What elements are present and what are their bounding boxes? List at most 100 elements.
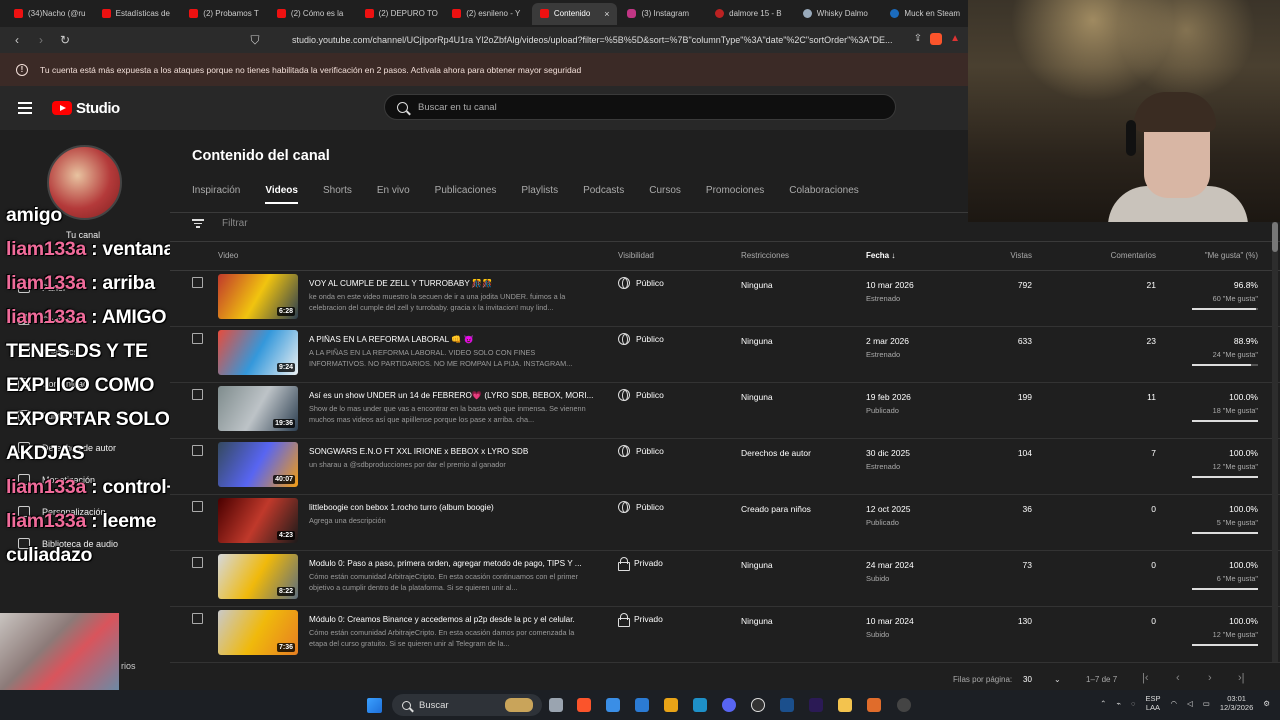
video-title[interactable]: Modulo 0: Paso a paso, primera orden, ag…	[309, 559, 594, 568]
browser-tab[interactable]: dalmore 15 - B	[707, 3, 793, 25]
video-thumbnail[interactable]: 40:07	[218, 442, 298, 487]
filter-input[interactable]	[222, 218, 422, 229]
content-tab[interactable]: En vivo	[377, 185, 410, 204]
search-icon[interactable]	[397, 101, 408, 113]
clock[interactable]: 03:01 12/3/2026	[1220, 694, 1253, 712]
forward-icon[interactable]: ›	[34, 33, 48, 47]
row-checkbox[interactable]	[192, 445, 203, 456]
col-restrictions[interactable]: Restricciones	[741, 251, 789, 260]
premiere-icon[interactable]	[809, 698, 823, 712]
channel-search[interactable]	[384, 94, 896, 120]
visibility-cell[interactable]: Público	[618, 501, 664, 513]
table-row[interactable]: 8:22 Modulo 0: Paso a paso, primera orden…	[170, 551, 1280, 607]
table-row[interactable]: 4:23 littleboogie con bebox 1.rocho turro…	[170, 495, 1280, 551]
browser-tab[interactable]: (2) DEPURO TO	[357, 3, 443, 25]
table-row[interactable]: 19:36 Así es un show UNDER un 14 de FEBRE…	[170, 383, 1280, 439]
app-icon[interactable]	[693, 698, 707, 712]
discord-icon[interactable]	[722, 698, 736, 712]
browser-tab[interactable]: Muck en Steam	[882, 3, 968, 25]
col-visibility[interactable]: Visibilidad	[618, 251, 654, 260]
volume-icon[interactable]: ◁	[1187, 699, 1193, 708]
wifi-icon[interactable]: ◠	[1170, 699, 1177, 708]
rows-dropdown-icon[interactable]: ⌄	[1054, 675, 1061, 684]
browser-tab[interactable]: Estadísticas de	[94, 3, 180, 25]
back-icon[interactable]: ‹	[10, 33, 24, 47]
col-likes[interactable]: "Me gusta" (%)	[1205, 251, 1258, 260]
row-checkbox[interactable]	[192, 501, 203, 512]
content-tab[interactable]: Publicaciones	[435, 185, 497, 204]
rows-per-page-value[interactable]: 30	[1023, 675, 1032, 684]
scrollbar[interactable]	[1272, 222, 1278, 662]
browser-tab[interactable]: Whisky Dalmo	[795, 3, 881, 25]
filter-bar[interactable]	[192, 218, 422, 229]
notification-icon[interactable]: ⚙	[1263, 699, 1270, 708]
col-video[interactable]: Video	[218, 251, 238, 260]
table-row[interactable]: 6:28 VOY AL CUMPLE DE ZELL Y TURROBABY 🎊🎊…	[170, 271, 1280, 327]
table-row[interactable]: 7:36 Módulo 0: Creamos Binance y accedemo…	[170, 607, 1280, 663]
row-checkbox[interactable]	[192, 557, 203, 568]
col-date[interactable]: Fecha ↓	[866, 251, 895, 260]
visibility-cell[interactable]: Público	[618, 333, 664, 345]
browser-tab[interactable]: (34)Nacho (@ru	[6, 3, 92, 25]
windows-start-icon[interactable]	[367, 698, 382, 713]
hamburger-menu-icon[interactable]	[18, 102, 32, 114]
search-input[interactable]	[418, 101, 818, 113]
visibility-cell[interactable]: Privado	[618, 613, 663, 627]
video-thumbnail[interactable]: 8:22	[218, 554, 298, 599]
brave-shield-icon[interactable]	[930, 32, 943, 48]
row-checkbox[interactable]	[192, 613, 203, 624]
brave-rewards-icon[interactable]: ▲	[950, 33, 960, 48]
table-row[interactable]: 40:07 SONGWARS E.N.O FT XXL IRIONE x BEBO…	[170, 439, 1280, 495]
filter-icon[interactable]	[192, 219, 204, 228]
video-title[interactable]: Así es un show UNDER un 14 de FEBRERO💗 (…	[309, 391, 594, 401]
visibility-cell[interactable]: Privado	[618, 557, 663, 571]
chevron-up-icon[interactable]: ⌃	[1100, 699, 1106, 708]
file-explorer-icon[interactable]	[838, 698, 852, 712]
bookmark-icon[interactable]: ⛉	[248, 33, 262, 48]
warning-text[interactable]: Tu cuenta está más expuesta a los ataque…	[40, 65, 581, 75]
next-page-icon[interactable]: ›	[1208, 672, 1212, 684]
content-tab[interactable]: Colaboraciones	[789, 185, 859, 204]
task-view-icon[interactable]	[549, 698, 563, 712]
content-tab[interactable]: Shorts	[323, 185, 352, 204]
row-checkbox[interactable]	[192, 389, 203, 400]
notepad-icon[interactable]	[606, 698, 620, 712]
studio-logo[interactable]: Studio	[52, 100, 120, 117]
battery-icon[interactable]: ▭	[1203, 699, 1210, 708]
content-tab[interactable]: Videos	[265, 185, 298, 204]
reload-icon[interactable]: ↻	[58, 33, 72, 47]
url-field[interactable]: studio.youtube.com/channel/UCjIporRp4U1r…	[292, 35, 904, 45]
browser-tab[interactable]: (2) Cómo es la	[269, 3, 355, 25]
widget-icon[interactable]	[505, 698, 533, 712]
calculator-icon[interactable]	[635, 698, 649, 712]
browser-tab[interactable]: (3) Instagram	[619, 3, 705, 25]
content-tab[interactable]: Cursos	[649, 185, 681, 204]
last-page-icon[interactable]: ›|	[1238, 672, 1245, 684]
video-thumbnail[interactable]: 6:28	[218, 274, 298, 319]
video-thumbnail[interactable]: 19:36	[218, 386, 298, 431]
video-thumbnail[interactable]: 9:24	[218, 330, 298, 375]
video-thumbnail[interactable]: 4:23	[218, 498, 298, 543]
browser-tab[interactable]: (2) Probamos T	[181, 3, 267, 25]
share-icon[interactable]: ⇪	[914, 33, 922, 48]
visibility-cell[interactable]: Público	[618, 389, 664, 401]
language-indicator[interactable]: ESP LAA	[1145, 694, 1160, 712]
content-tab[interactable]: Inspiración	[192, 185, 240, 204]
row-checkbox[interactable]	[192, 277, 203, 288]
browser-tab[interactable]: Contenido ×	[531, 2, 618, 25]
row-checkbox[interactable]	[192, 333, 203, 344]
video-title[interactable]: A PIÑAS EN LA REFORMA LABORAL 👊 😈	[309, 335, 594, 345]
content-tab[interactable]: Promociones	[706, 185, 764, 204]
video-title[interactable]: littleboogie con bebox 1.rocho turro (al…	[309, 503, 594, 512]
content-tab[interactable]: Podcasts	[583, 185, 624, 204]
col-views[interactable]: Vistas	[1010, 251, 1032, 260]
prev-page-icon[interactable]: ‹	[1176, 672, 1180, 684]
visibility-cell[interactable]: Público	[618, 445, 664, 457]
video-thumbnail[interactable]: 7:36	[218, 610, 298, 655]
col-comments[interactable]: Comentarios	[1111, 251, 1156, 260]
network-icon[interactable]: ⌁	[1116, 699, 1121, 708]
content-tab[interactable]: Playlists	[521, 185, 558, 204]
first-page-icon[interactable]: |‹	[1142, 672, 1149, 684]
active-app-icon[interactable]	[867, 698, 881, 712]
visibility-cell[interactable]: Público	[618, 277, 664, 289]
